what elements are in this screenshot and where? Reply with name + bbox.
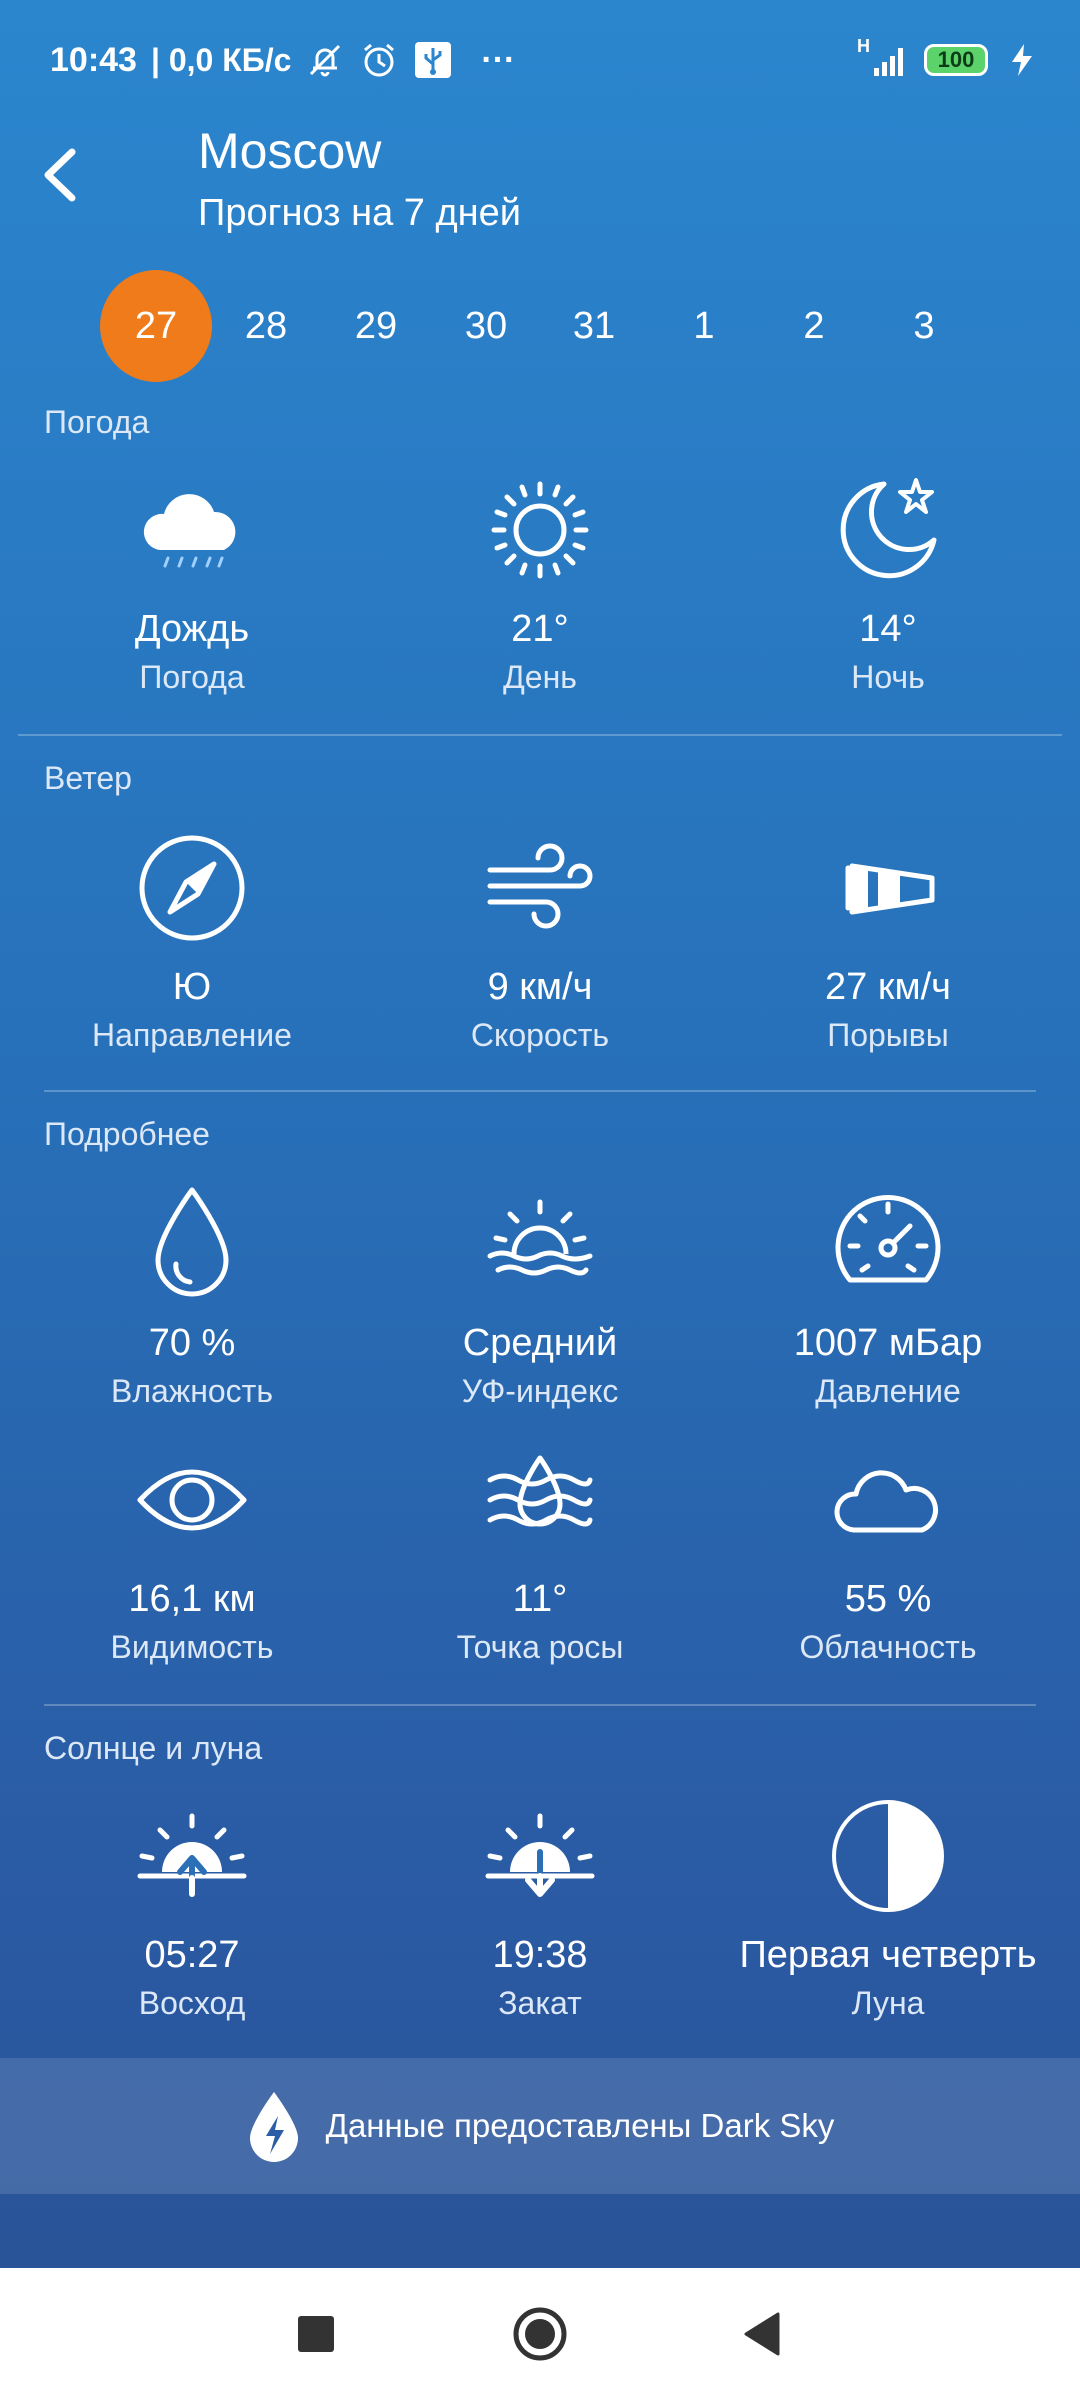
battery-icon: 100 [924, 44, 988, 76]
moon-phase-label: Луна [851, 1985, 925, 2021]
sunrise: 05:27 Восход [12, 1796, 372, 2022]
divider [44, 1704, 1036, 1706]
status-net-speed: | 0,0 КБ/с [150, 41, 292, 78]
section-title-sun-moon: Солнце и луна [44, 1730, 263, 1766]
night-temp-label: Ночь [851, 659, 925, 695]
status-more: ··· [481, 40, 516, 79]
day-temp-label: День [503, 659, 577, 695]
navigation-bar [0, 2268, 1080, 2400]
status-bar: 10:43 | 0,0 КБ/с ··· H 100 [0, 0, 1080, 130]
dew-point-value: 11° [512, 1578, 568, 1620]
dew-point-label: Точка росы [456, 1629, 624, 1665]
moon-phase-value: Первая четверть [739, 1934, 1037, 1976]
wind-gusts-label: Порывы [827, 1017, 949, 1053]
section-title-weather: Погода [44, 404, 150, 440]
sunset: 19:38 Закат [360, 1796, 720, 2022]
cloudiness-value: 55 % [844, 1578, 932, 1620]
date-30[interactable]: 30 [430, 270, 542, 382]
compass-icon [139, 835, 245, 941]
moon-star-icon [840, 478, 937, 579]
forecast-subtitle: Прогноз на 7 дней [198, 192, 521, 234]
bell-off-icon [310, 44, 341, 77]
pressure-value: 1007 мБар [793, 1322, 983, 1364]
section-title-details: Подробнее [44, 1116, 210, 1152]
pressure-label: Давление [815, 1373, 961, 1409]
humidity: 70 % Влажность [12, 1184, 372, 1410]
wind-speed: 9 км/ч Скорость [360, 828, 720, 1054]
cloudiness-label: Облачность [799, 1629, 977, 1665]
wind-gusts: 27 км/ч Порывы [708, 828, 1068, 1054]
windsock-icon [845, 863, 935, 915]
data-source-banner[interactable]: Данные предоставлены Dark Sky [0, 2058, 1080, 2194]
night-temp-value: 14° [859, 608, 917, 650]
humidity-label: Влажность [110, 1373, 273, 1409]
visibility: 16,1 км Видимость [12, 1440, 372, 1666]
divider [44, 1090, 1036, 1092]
wind-icon [487, 843, 593, 929]
date-1[interactable]: 1 [648, 270, 760, 382]
moon-phase-icon [832, 1800, 944, 1912]
signal-icon [874, 48, 903, 76]
moon-phase: Первая четверть Луна [708, 1796, 1068, 2022]
sunrise-value: 05:27 [144, 1934, 240, 1976]
night-temperature: 14° Ночь [708, 470, 1068, 696]
droplet-icon [155, 1187, 229, 1297]
dew-point-icon [487, 1455, 593, 1527]
date-2[interactable]: 2 [758, 270, 870, 382]
rain-cloud-icon [143, 494, 236, 568]
sunrise-label: Восход [138, 1985, 246, 2021]
day-temp-value: 21° [511, 608, 569, 650]
section-title-wind: Ветер [44, 760, 132, 796]
usb-icon [415, 42, 452, 78]
day-temperature: 21° День [360, 470, 720, 696]
weather-condition: Дождь Погода [12, 470, 372, 696]
wind-gusts-value: 27 км/ч [825, 966, 951, 1008]
divider [18, 734, 1062, 736]
sunrise-icon [137, 1813, 247, 1897]
date-27[interactable]: 27 [100, 270, 212, 382]
gauge-icon [835, 1195, 941, 1283]
dark-sky-icon [249, 2092, 298, 2162]
sunset-icon [485, 1813, 595, 1897]
wind-direction-value: Ю [172, 966, 212, 1008]
uv-index-label: УФ-индекс [461, 1373, 619, 1409]
wind-speed-value: 9 км/ч [487, 966, 593, 1008]
date-3[interactable]: 3 [868, 270, 980, 382]
alarm-icon [364, 43, 395, 77]
uv-sun-icon [487, 1199, 593, 1276]
sun-icon [491, 481, 589, 579]
weather-value: Дождь [134, 608, 250, 650]
cloud-icon [834, 1470, 939, 1533]
humidity-value: 70 % [148, 1322, 236, 1364]
back-nav-button[interactable] [726, 2298, 798, 2370]
date-29[interactable]: 29 [320, 270, 432, 382]
visibility-value: 16,1 км [128, 1578, 256, 1620]
pressure: 1007 мБар Давление [708, 1184, 1068, 1410]
visibility-label: Видимость [110, 1629, 274, 1665]
recent-apps-button[interactable] [280, 2298, 352, 2370]
dew-point: 11° Точка росы [360, 1440, 720, 1666]
weather-label: Погода [139, 659, 245, 695]
cloudiness: 55 % Облачность [708, 1440, 1068, 1666]
sunset-label: Закат [498, 1985, 582, 2021]
date-31[interactable]: 31 [538, 270, 650, 382]
wind-direction-label: Направление [92, 1017, 292, 1053]
uv-index-value: Средний [462, 1322, 618, 1364]
battery-level: 100 [937, 47, 975, 72]
network-type: H [857, 35, 870, 56]
city-title: Moscow [198, 123, 382, 179]
wind-speed-label: Скорость [470, 1017, 610, 1053]
uv-index: Средний УФ-индекс [360, 1184, 720, 1410]
screen: 10:43 | 0,0 КБ/с ··· H 100 Moscow Прогно… [0, 0, 1080, 2400]
back-button[interactable] [30, 140, 90, 210]
status-time: 10:43 [50, 40, 137, 79]
wind-direction: Ю Направление [12, 828, 372, 1054]
charging-icon [1012, 44, 1032, 76]
date-selector: 27 28 29 30 31 1 2 3 [100, 270, 980, 382]
home-button[interactable] [504, 2298, 576, 2370]
data-source-text: Данные предоставлены Dark Sky [325, 2107, 835, 2144]
date-28[interactable]: 28 [210, 270, 322, 382]
sunset-value: 19:38 [492, 1934, 588, 1976]
eye-icon [137, 1469, 247, 1531]
